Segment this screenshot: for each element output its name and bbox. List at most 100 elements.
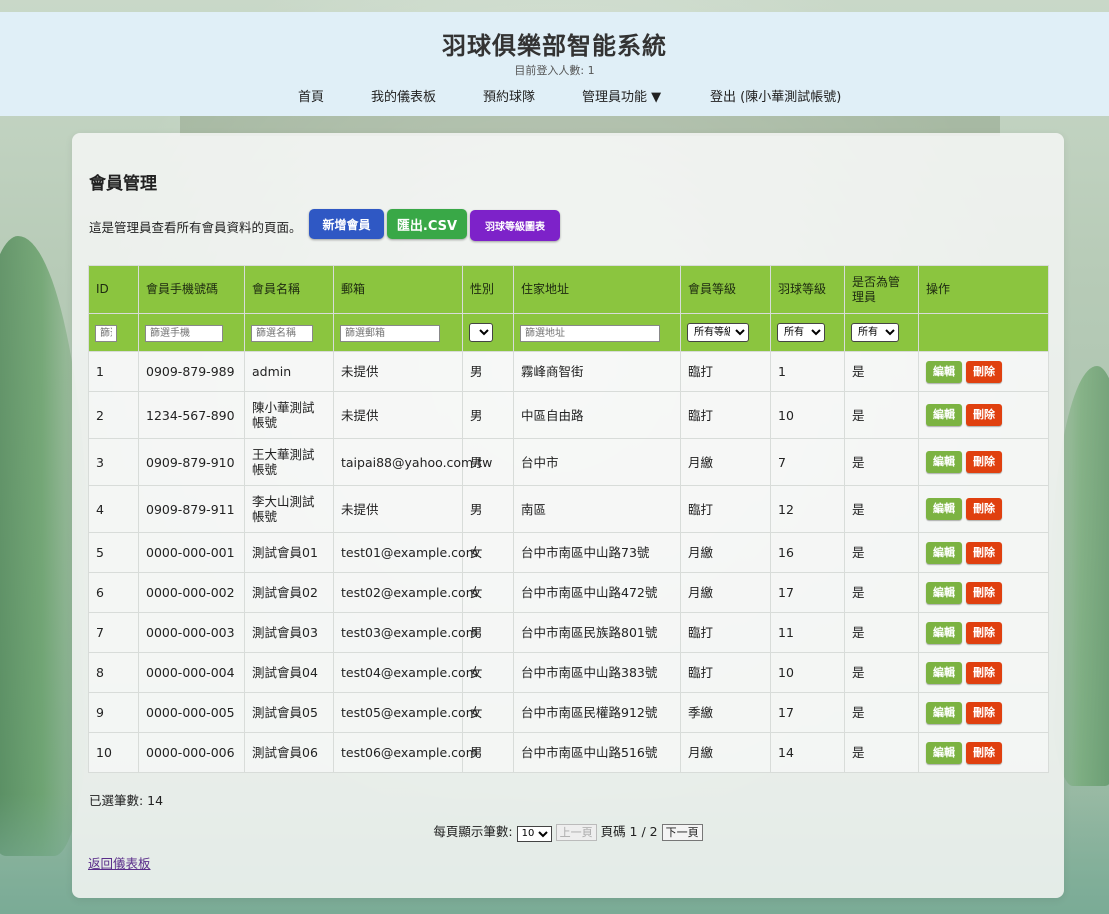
cell-email: test01@example.com <box>333 532 478 573</box>
cell-actions: 編輯 刪除 <box>918 391 1049 439</box>
cell-address: 台中市南區民權路912號 <box>513 692 681 733</box>
cell-actions: 編輯 刪除 <box>918 692 1049 733</box>
filter-phone-input[interactable] <box>145 324 223 342</box>
cell-name: 王大華測試帳號 <box>244 438 334 486</box>
col-header-phone[interactable]: 會員手機號碼 <box>138 265 245 314</box>
col-header-badminton-level[interactable]: 羽球等級 <box>770 265 845 314</box>
cell-id: 1 <box>88 351 139 392</box>
delete-button[interactable]: 刪除 <box>966 581 1002 604</box>
filter-name-input[interactable] <box>251 324 313 342</box>
delete-button[interactable]: 刪除 <box>966 701 1002 724</box>
table-row: 9 0000-000-005 測試會員05 test05@example.com 女台中… <box>88 692 1049 733</box>
filter-id-input[interactable] <box>95 324 117 342</box>
filter-admin-select[interactable]: 所有 <box>851 323 899 342</box>
cell-gender: 女 <box>462 532 514 573</box>
col-header-gender[interactable]: 性別 <box>462 265 514 314</box>
delete-button[interactable]: 刪除 <box>966 404 1002 426</box>
page-title: 會員管理 <box>89 174 157 194</box>
cell-level: 臨打 <box>680 652 771 693</box>
cell-phone: 0909-879-989 <box>138 351 245 392</box>
table-row: 5 0000-000-001 測試會員01 test01@example.com 女台中… <box>88 532 1049 573</box>
col-header-is-admin[interactable]: 是否為管理員 <box>844 265 919 314</box>
table-row: 8 0000-000-004 測試會員04 test04@example.com 女台中… <box>88 652 1049 693</box>
cell-email: 未提供 <box>333 391 463 439</box>
edit-button[interactable]: 編輯 <box>926 581 962 604</box>
cell-level: 月繳 <box>680 438 771 486</box>
cell-id: 10 <box>88 732 139 773</box>
cell-badminton: 10 <box>770 391 845 439</box>
member-management-card: 會員管理 這是管理員查看所有會員資料的頁面。 新增會員 匯出.CSV 羽球等級圖… <box>72 133 1064 898</box>
edit-button[interactable]: 編輯 <box>926 360 962 383</box>
cell-id: 3 <box>88 438 139 486</box>
cell-phone: 0909-879-911 <box>138 485 245 533</box>
cell-address: 台中市南區中山路73號 <box>513 532 681 573</box>
edit-button[interactable]: 編輯 <box>926 661 962 684</box>
cell-badminton: 1 <box>770 351 845 392</box>
cell-actions: 編輯 刪除 <box>918 532 1049 573</box>
nav-reserve[interactable]: 預約球隊 <box>483 86 535 105</box>
filter-address-input[interactable] <box>520 324 660 342</box>
col-header-name[interactable]: 會員名稱 <box>244 265 334 314</box>
col-header-email[interactable]: 郵箱 <box>333 265 463 314</box>
cell-admin: 是 <box>844 652 919 693</box>
cell-level: 季繳 <box>680 692 771 733</box>
col-header-member-level[interactable]: 會員等級 <box>680 265 771 314</box>
per-page-select[interactable]: 10 <box>516 825 552 842</box>
cell-email: 未提供 <box>333 351 463 392</box>
delete-button[interactable]: 刪除 <box>966 621 1002 644</box>
col-header-id[interactable]: ID <box>88 265 139 314</box>
edit-button[interactable]: 編輯 <box>926 404 962 426</box>
cell-level: 月繳 <box>680 532 771 573</box>
cell-level: 月繳 <box>680 572 771 613</box>
cell-admin: 是 <box>844 612 919 653</box>
cell-admin: 是 <box>844 438 919 486</box>
add-member-button[interactable]: 新增會員 <box>309 209 384 239</box>
delete-button[interactable]: 刪除 <box>966 360 1002 383</box>
badminton-level-chart-button[interactable]: 羽球等級圖表 <box>470 210 560 241</box>
cell-badminton: 12 <box>770 485 845 533</box>
cell-phone: 0000-000-001 <box>138 532 245 573</box>
table-row: 2 1234-567-890 陳小華測試帳號 未提供男中區自由路 臨打 10 是編輯 刪除 <box>88 391 1049 439</box>
cell-email: test06@example.com <box>333 732 478 773</box>
filter-gender-select[interactable] <box>469 323 493 342</box>
delete-button[interactable]: 刪除 <box>966 541 1002 564</box>
delete-button[interactable]: 刪除 <box>966 741 1002 764</box>
col-header-address[interactable]: 住家地址 <box>513 265 681 314</box>
cell-admin: 是 <box>844 532 919 573</box>
filter-member-level-select[interactable]: 所有等級 <box>687 323 749 342</box>
back-to-dashboard-link[interactable]: 返回儀表板 <box>88 853 151 872</box>
delete-button[interactable]: 刪除 <box>966 498 1002 520</box>
filter-email-input[interactable] <box>340 324 440 342</box>
nav-dashboard[interactable]: 我的儀表板 <box>371 86 436 105</box>
filter-badminton-level-select[interactable]: 所有 <box>777 323 825 342</box>
cell-address: 霧峰商智街 <box>513 351 681 392</box>
export-csv-button[interactable]: 匯出.CSV <box>387 209 467 239</box>
nav-logout[interactable]: 登出 (陳小華測試帳號) <box>710 86 841 105</box>
cell-gender: 女 <box>462 572 514 613</box>
prev-page-button[interactable]: 上一頁 <box>555 824 597 841</box>
cell-id: 9 <box>88 692 139 733</box>
edit-button[interactable]: 編輯 <box>926 741 962 764</box>
cell-email: taipai88@yahoo.com.tw <box>333 438 492 486</box>
cell-actions: 編輯 刪除 <box>918 485 1049 533</box>
cell-actions: 編輯 刪除 <box>918 438 1049 486</box>
delete-button[interactable]: 刪除 <box>966 451 1002 473</box>
delete-button[interactable]: 刪除 <box>966 661 1002 684</box>
cell-address: 台中市南區中山路516號 <box>513 732 681 773</box>
next-page-button[interactable]: 下一頁 <box>661 824 703 841</box>
edit-button[interactable]: 編輯 <box>926 451 962 473</box>
edit-button[interactable]: 編輯 <box>926 541 962 564</box>
edit-button[interactable]: 編輯 <box>926 621 962 644</box>
cell-address: 南區 <box>513 485 681 533</box>
cell-id: 7 <box>88 612 139 653</box>
edit-button[interactable]: 編輯 <box>926 701 962 724</box>
cell-level: 臨打 <box>680 391 771 439</box>
nav-home[interactable]: 首頁 <box>298 86 324 105</box>
table-header-row: ID 會員手機號碼 會員名稱 郵箱 性別 住家地址 會員等級 羽球等級 是否為管… <box>88 265 1049 314</box>
edit-button[interactable]: 編輯 <box>926 498 962 520</box>
col-header-actions: 操作 <box>918 265 1049 314</box>
nav-admin-menu[interactable]: 管理員功能 ▼ <box>582 86 661 105</box>
cell-admin: 是 <box>844 351 919 392</box>
cell-badminton: 16 <box>770 532 845 573</box>
cell-name: 測試會員04 <box>244 652 334 693</box>
